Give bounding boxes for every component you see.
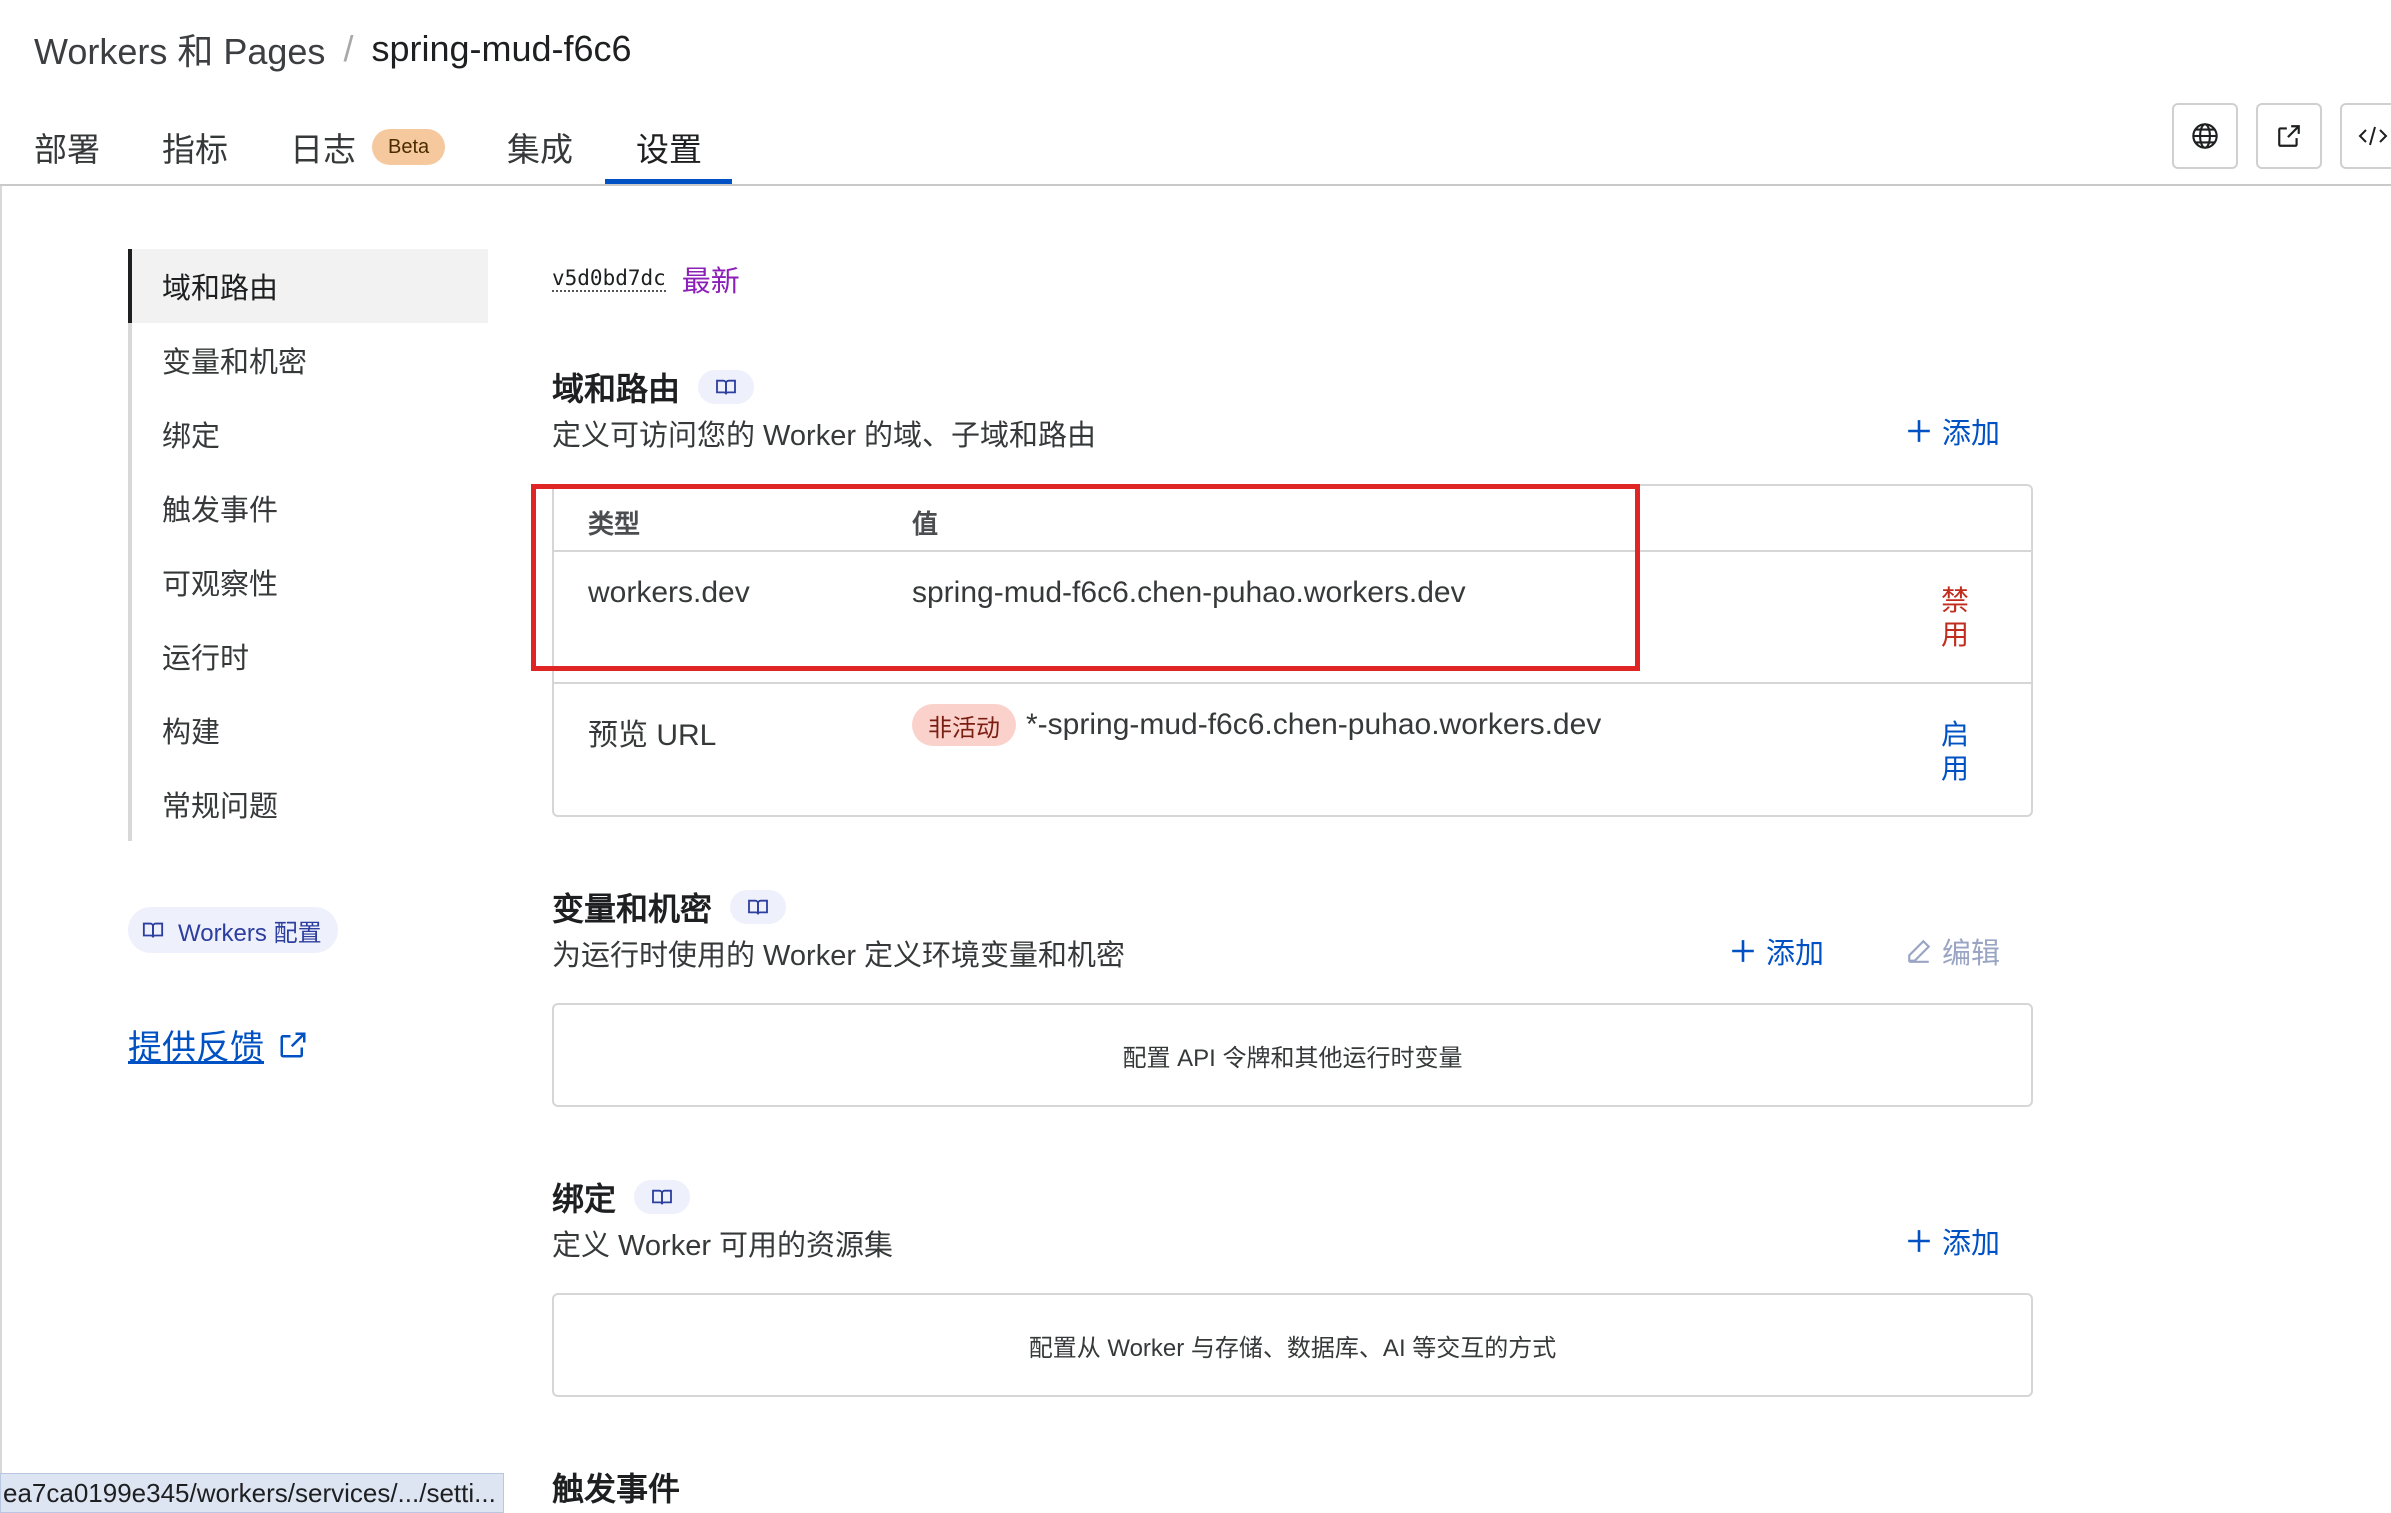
row-value-wrapper: 非活动 *-spring-mud-f6c6.chen-puhao.workers… [912, 704, 1601, 746]
variables-section-title: 变量和机密 [552, 884, 787, 930]
version-latest-tag: 最新 [681, 266, 740, 298]
domains-section-description: 定义可访问您的 Worker 的域、子域和路由 [552, 420, 1097, 452]
disable-workers-dev-button[interactable]: 禁用 [1940, 584, 1970, 652]
tab-label: 日志 [290, 130, 356, 168]
sidebar-item-label: 运行时 [162, 643, 250, 675]
sidebar-item-label: 构建 [162, 717, 221, 749]
external-link-icon [280, 1032, 306, 1057]
globe-icon [2192, 123, 2218, 149]
feedback-label: 提供反馈 [128, 1029, 264, 1067]
sidebar-item-label: 可观察性 [162, 569, 279, 601]
bindings-section-description: 定义 Worker 可用的资源集 [552, 1230, 894, 1262]
empty-state-text: 配置从 Worker 与存储、数据库、AI 等交互的方式 [1028, 1334, 1557, 1362]
code-icon [2358, 126, 2388, 146]
plus-icon [1732, 940, 1754, 962]
external-link-icon [2278, 125, 2300, 147]
tab-integrations[interactable]: 集成 [507, 108, 573, 185]
breadcrumb: Workers 和 Pages / spring-mud-f6c6 [34, 24, 632, 74]
sidebar-item-bindings[interactable]: 绑定 [128, 397, 488, 471]
add-label: 添加 [1766, 938, 1825, 970]
workers-docs-label: Workers 配置 [178, 919, 322, 947]
add-label: 添加 [1942, 1228, 2001, 1260]
tab-logs[interactable]: 日志 Beta [290, 108, 446, 185]
breadcrumb-current: spring-mud-f6c6 [371, 28, 632, 69]
row-divider [554, 682, 2031, 684]
triggers-section-title: 触发事件 [552, 1464, 680, 1510]
domains-docs-button[interactable] [698, 370, 755, 404]
tab-label: 部署 [34, 130, 100, 168]
sidebar-item-label: 常规问题 [162, 791, 279, 823]
variables-docs-button[interactable] [730, 890, 787, 924]
empty-state-text: 配置 API 令牌和其他运行时变量 [1122, 1044, 1463, 1072]
version-id[interactable]: v5d0bd7dc [552, 266, 666, 292]
sidebar-item-domains-routes[interactable]: 域和路由 [128, 249, 488, 323]
row-type: 预览 URL [588, 719, 717, 752]
sidebar-item-general[interactable]: 常规问题 [128, 767, 488, 841]
plus-icon [1908, 1230, 1930, 1252]
sidenav-active-indicator [128, 249, 132, 323]
section-title-text: 绑定 [552, 1181, 617, 1217]
status-bar-url: ea7ca0199e345/workers/services/.../setti… [0, 1473, 504, 1513]
add-binding-button[interactable]: 添加 [1906, 1220, 2000, 1262]
tab-deployments[interactable]: 部署 [34, 108, 100, 185]
tab-metrics[interactable]: 指标 [162, 108, 228, 185]
beta-badge: Beta [372, 128, 446, 165]
highlight-annotation [531, 484, 1640, 671]
plus-icon [1908, 420, 1930, 442]
breadcrumb-parent-link[interactable]: Workers 和 Pages [34, 23, 325, 75]
tab-bar: 部署 指标 日志 Beta 集成 设置 [0, 108, 2391, 185]
code-button[interactable] [2340, 103, 2391, 169]
bindings-docs-button[interactable] [634, 1180, 691, 1214]
add-domain-button[interactable]: 添加 [1906, 410, 2000, 452]
inactive-status-badge: 非活动 [912, 704, 1016, 746]
breadcrumb-separator: / [343, 28, 354, 69]
bindings-empty-state[interactable]: 配置从 Worker 与存储、数据库、AI 等交互的方式 [552, 1293, 2033, 1397]
section-title-text: 域和路由 [552, 371, 681, 407]
book-icon [716, 379, 736, 395]
tab-label: 指标 [162, 130, 228, 168]
sidebar-item-observability[interactable]: 可观察性 [128, 545, 488, 619]
book-icon [142, 922, 164, 938]
header-divider [0, 184, 2391, 186]
sidebar-item-label: 绑定 [162, 421, 221, 453]
book-icon [748, 899, 768, 915]
section-title-text: 变量和机密 [552, 891, 713, 927]
row-value: *-spring-mud-f6c6.chen-puhao.workers.dev [1026, 708, 1602, 741]
variables-empty-state[interactable]: 配置 API 令牌和其他运行时变量 [552, 1003, 2033, 1107]
sidebar-item-label: 域和路由 [162, 273, 279, 305]
enable-preview-url-button[interactable]: 启用 [1940, 718, 1970, 786]
book-icon [652, 1189, 672, 1205]
bindings-section-title: 绑定 [552, 1174, 691, 1220]
section-title-text: 触发事件 [552, 1471, 681, 1507]
tab-settings[interactable]: 设置 [636, 108, 702, 185]
variables-section-description: 为运行时使用的 Worker 定义环境变量和机密 [552, 940, 1126, 972]
version-info: v5d0bd7dc 最新 [552, 258, 740, 300]
sidebar-item-label: 触发事件 [162, 495, 279, 527]
add-label: 添加 [1942, 418, 2001, 450]
sidebar-item-label: 变量和机密 [162, 347, 308, 379]
workers-docs-link[interactable]: Workers 配置 [128, 907, 338, 953]
sidebar-item-triggers[interactable]: 触发事件 [128, 471, 488, 545]
globe-button[interactable] [2172, 103, 2238, 169]
edit-variables-button[interactable]: 编辑 [1906, 930, 2000, 972]
feedback-link[interactable]: 提供反馈 [128, 1020, 308, 1069]
tab-label: 设置 [636, 130, 702, 168]
window-edge [0, 186, 2, 1513]
pencil-icon [1908, 939, 1931, 963]
tab-label: 集成 [507, 130, 573, 168]
open-external-button[interactable] [2256, 103, 2322, 169]
sidebar-item-runtime[interactable]: 运行时 [128, 619, 488, 693]
domains-section-title: 域和路由 [552, 364, 755, 410]
edit-label: 编辑 [1942, 938, 2001, 970]
add-variable-button[interactable]: 添加 [1730, 930, 1824, 972]
sidebar-item-variables-secrets[interactable]: 变量和机密 [128, 323, 488, 397]
sidebar-item-build[interactable]: 构建 [128, 693, 488, 767]
